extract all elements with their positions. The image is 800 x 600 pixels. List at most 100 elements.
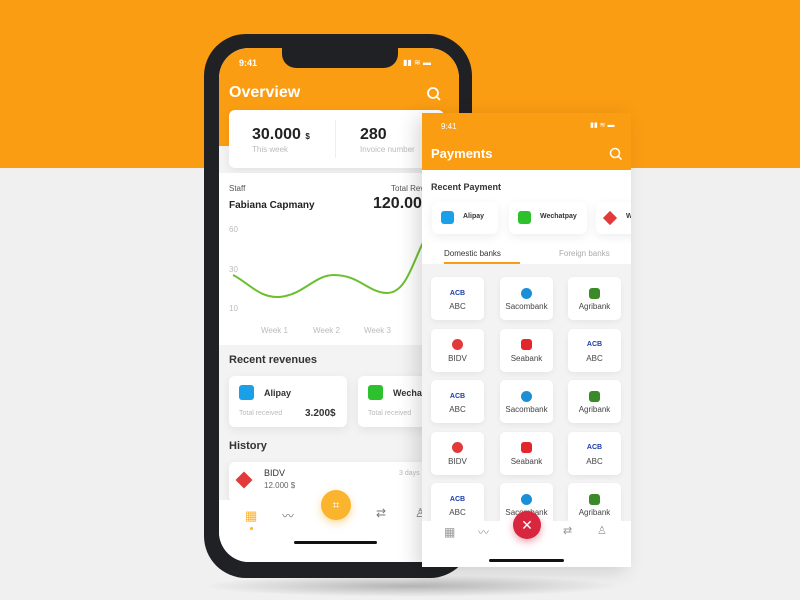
- status-time: 9:41: [239, 58, 258, 68]
- invoice-value: 280: [360, 126, 387, 143]
- acb-logo: ACB: [449, 289, 466, 297]
- search-icon[interactable]: [609, 147, 623, 161]
- transfer-icon[interactable]: ⇄: [563, 524, 572, 537]
- seabank-icon: [500, 441, 553, 455]
- bank-seabank[interactable]: Seabank: [500, 328, 553, 372]
- dashboard-icon[interactable]: ▦: [444, 525, 455, 539]
- agribank-logo: [589, 493, 600, 505]
- revenue-label: Total received: [239, 410, 283, 417]
- status-time: 9:41: [441, 122, 457, 131]
- bank-abc[interactable]: ACB ABC: [568, 328, 621, 372]
- profile-icon[interactable]: ♙: [597, 524, 607, 537]
- transfer-icon[interactable]: ⇄: [376, 506, 386, 520]
- revenue-card-alipay[interactable]: Alipay Total received 3.200$: [229, 376, 347, 427]
- scan-button[interactable]: ⌗: [321, 490, 351, 520]
- seabank-icon: [500, 338, 553, 352]
- revenue-name: Wechat: [393, 388, 425, 398]
- acb-logo: ACB: [449, 495, 466, 503]
- bank-name: Sacombank: [505, 405, 548, 414]
- bank-name: ABC: [586, 353, 603, 363]
- recent-payment-title: Recent Payment: [431, 182, 502, 192]
- week-value: 30.000: [252, 126, 301, 143]
- agribank-icon: [568, 286, 621, 300]
- home-indicator: [294, 541, 377, 544]
- staff-label: Staff: [229, 184, 246, 193]
- bank-bidv[interactable]: BIDV: [431, 431, 484, 475]
- bank-agribank[interactable]: Agribank: [568, 483, 621, 526]
- revenue-name: Alipay: [264, 388, 292, 398]
- total-label: Total Rev: [391, 184, 425, 193]
- recent-payment-section: Recent Payment Alipay Wechatpay W Domest…: [422, 170, 631, 264]
- acb-logo: ACB: [586, 341, 603, 348]
- total-value: 120.00: [373, 195, 422, 212]
- revenue-amount: 3.200$: [305, 408, 336, 419]
- tab-domestic-banks[interactable]: Domestic banks: [444, 249, 501, 258]
- recent-bidv[interactable]: W: [596, 202, 631, 234]
- sacombank-logo: [521, 287, 532, 299]
- search-icon[interactable]: [426, 86, 442, 102]
- x-tick: Week 1: [261, 326, 288, 335]
- acb-logo: ACB: [586, 444, 603, 451]
- bank-name: ABC: [449, 302, 466, 311]
- sacombank-logo: [521, 390, 532, 402]
- wechat-icon: [368, 385, 383, 400]
- acb-logo: ACB: [449, 392, 466, 400]
- bidv-icon: [235, 471, 253, 489]
- bottom-nav: ▦ 〰 ✕ ⇄ ♙: [422, 511, 631, 567]
- seabank-logo: [521, 442, 532, 453]
- page-title: Payments: [431, 146, 493, 161]
- bank-agribank[interactable]: Agribank: [568, 380, 621, 423]
- history-title: History: [229, 440, 267, 452]
- bank-sacombank[interactable]: Sacombank: [500, 277, 553, 320]
- dashboard-icon[interactable]: ▦: [245, 508, 257, 524]
- bank-name: Sacombank: [505, 302, 548, 311]
- bidv-logo: [449, 439, 466, 456]
- bank-abc[interactable]: ACB ABC: [431, 277, 484, 320]
- page-title: Overview: [229, 84, 301, 101]
- phone-notch: [282, 46, 398, 68]
- tab-foreign-banks[interactable]: Foreign banks: [559, 249, 610, 258]
- status-icons: ▮▮ ≋ ▬: [403, 58, 431, 67]
- bank-name: Seabank: [510, 353, 543, 363]
- tab-indicator: [444, 262, 520, 264]
- home-indicator: [489, 559, 564, 562]
- recent-revenues-title: Recent revenues: [229, 354, 318, 366]
- chart-icon[interactable]: 〰: [478, 524, 489, 540]
- bank-name: ABC: [586, 456, 603, 466]
- seabank-logo: [521, 339, 532, 350]
- agribank-icon: [568, 389, 621, 403]
- bank-sacombank[interactable]: Sacombank: [500, 380, 553, 423]
- bank-name: Seabank: [510, 456, 543, 466]
- history-bank: BIDV: [264, 468, 286, 478]
- staff-name: Fabiana Capmany: [229, 200, 315, 211]
- recent-alipay[interactable]: Alipay: [432, 202, 498, 234]
- bidv-icon: [431, 336, 484, 353]
- wechat-icon: [518, 211, 531, 224]
- bank-abc[interactable]: ACB ABC: [431, 483, 484, 526]
- bank-name: BIDV: [448, 353, 467, 363]
- sacombank-icon: [500, 492, 553, 506]
- bank-agribank[interactable]: Agribank: [568, 277, 621, 320]
- history-amount: 12.000 $: [264, 481, 296, 490]
- x-tick: Week 3: [364, 326, 391, 335]
- recent-wechatpay[interactable]: Wechatpay: [509, 202, 587, 234]
- active-dot: [250, 527, 253, 530]
- sacombank-icon: [500, 286, 553, 300]
- bank-name: ABC: [449, 508, 466, 517]
- bidv-icon: [602, 210, 618, 226]
- chart-icon[interactable]: 〰: [282, 507, 294, 524]
- agribank-logo: [589, 287, 600, 299]
- bank-abc[interactable]: ACB ABC: [431, 380, 484, 423]
- week-label: This week: [252, 145, 289, 154]
- agribank-logo: [589, 390, 600, 402]
- invoice-label: Invoice number: [360, 145, 415, 154]
- status-icons: ▮▮ ≋ ▬: [590, 122, 615, 129]
- bank-abc[interactable]: ACB ABC: [568, 431, 621, 475]
- revenue-label: Total received: [368, 410, 412, 417]
- bank-name: Agribank: [578, 405, 611, 414]
- close-button[interactable]: ✕: [513, 511, 541, 539]
- bank-bidv[interactable]: BIDV: [431, 328, 484, 372]
- bank-seabank[interactable]: Seabank: [500, 431, 553, 475]
- bank-name: ABC: [449, 405, 466, 414]
- sacombank-icon: [500, 389, 553, 403]
